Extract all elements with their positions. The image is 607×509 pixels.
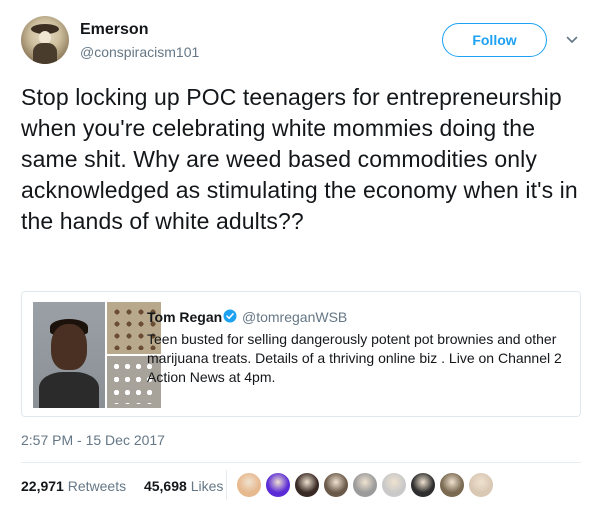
likes-count: 45,698 xyxy=(143,478,187,494)
liker-avatar[interactable] xyxy=(236,472,262,498)
quoted-mugshot-image xyxy=(33,302,105,408)
liker-avatar[interactable] xyxy=(323,472,349,498)
tweet-text: Stop locking up POC teenagers for entrep… xyxy=(21,84,578,234)
retweets-count: 22,971 xyxy=(21,478,64,494)
liker-avatar[interactable] xyxy=(381,472,407,498)
liker-avatar[interactable] xyxy=(294,472,320,498)
chevron-down-icon[interactable] xyxy=(566,34,578,46)
stats-vertical-divider xyxy=(226,470,227,500)
liker-avatar[interactable] xyxy=(468,472,494,498)
stats-divider xyxy=(21,462,581,463)
engagement-stats: 22,971 Retweets 45,698 Likes xyxy=(21,478,237,494)
likes-stat[interactable]: 45,698 Likes xyxy=(144,478,237,494)
author-avatar[interactable] xyxy=(21,16,69,64)
likes-label: Likes xyxy=(190,478,224,494)
retweets-label: Retweets xyxy=(67,478,127,494)
follow-button[interactable]: Follow xyxy=(442,23,547,57)
liker-avatar[interactable] xyxy=(352,472,378,498)
liker-avatar[interactable] xyxy=(265,472,291,498)
quoted-author-name: Tom Regan xyxy=(147,309,223,325)
retweets-stat[interactable]: 22,971 Retweets xyxy=(21,478,144,494)
verified-badge-icon xyxy=(223,309,237,323)
liker-avatar[interactable] xyxy=(410,472,436,498)
author-name[interactable]: Emerson xyxy=(80,21,148,39)
quoted-author-handle: @tomreganWSB xyxy=(242,309,348,325)
quoted-tweet[interactable]: Tom Regan @tomreganWSB Teen busted for s… xyxy=(21,291,581,417)
tweet-timestamp[interactable]: 2:57 PM - 15 Dec 2017 xyxy=(21,432,165,448)
author-handle[interactable]: @conspiracism101 xyxy=(80,44,199,60)
liker-avatar[interactable] xyxy=(439,472,465,498)
quoted-tweet-text: Teen busted for selling dangerously pote… xyxy=(147,331,562,385)
